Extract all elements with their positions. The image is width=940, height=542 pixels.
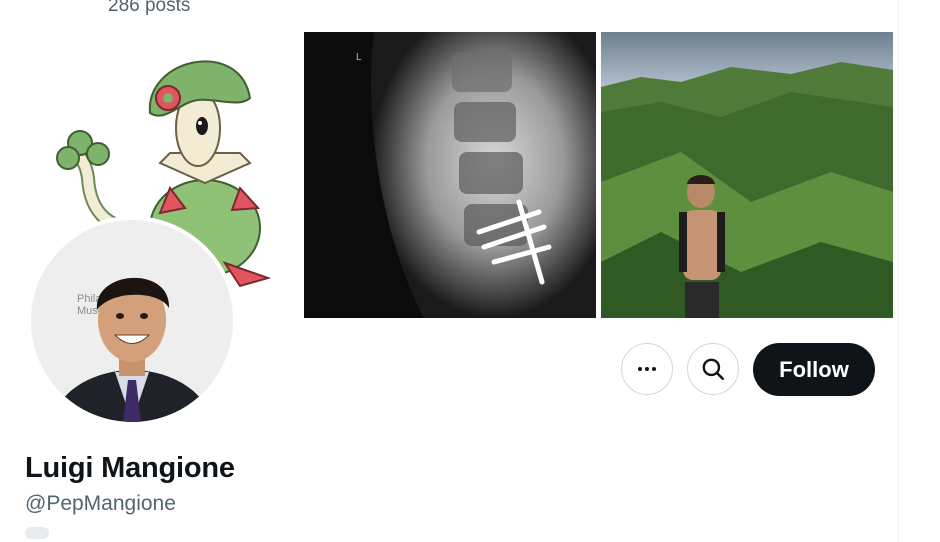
hiking-illustration	[601, 32, 893, 318]
more-horizontal-icon	[638, 367, 656, 371]
search-icon	[702, 358, 725, 381]
loading-placeholder	[25, 527, 49, 539]
post-count: 286 posts	[108, 0, 191, 16]
xray-illustration: L	[304, 32, 596, 318]
follow-button[interactable]: Follow	[753, 343, 875, 396]
banner-hiking-photo[interactable]	[601, 32, 893, 318]
handle: @PepMangione	[25, 492, 176, 515]
avatar-frame: Philad Muse	[27, 216, 237, 426]
avatar[interactable]: Philad Muse	[31, 220, 233, 422]
banner-xray-image[interactable]: L	[304, 32, 596, 318]
search-button[interactable]	[687, 343, 739, 395]
more-button[interactable]	[621, 343, 673, 395]
display-name: Luigi Mangione	[25, 452, 235, 484]
avatar-photo: Philad Muse	[31, 220, 233, 422]
profile-page: 286 posts L Philad Muse Follow Luigi Man…	[0, 0, 940, 542]
profile-column: 286 posts L Philad Muse Follow Luigi Man…	[0, 0, 899, 542]
svg-text:L: L	[356, 52, 362, 63]
